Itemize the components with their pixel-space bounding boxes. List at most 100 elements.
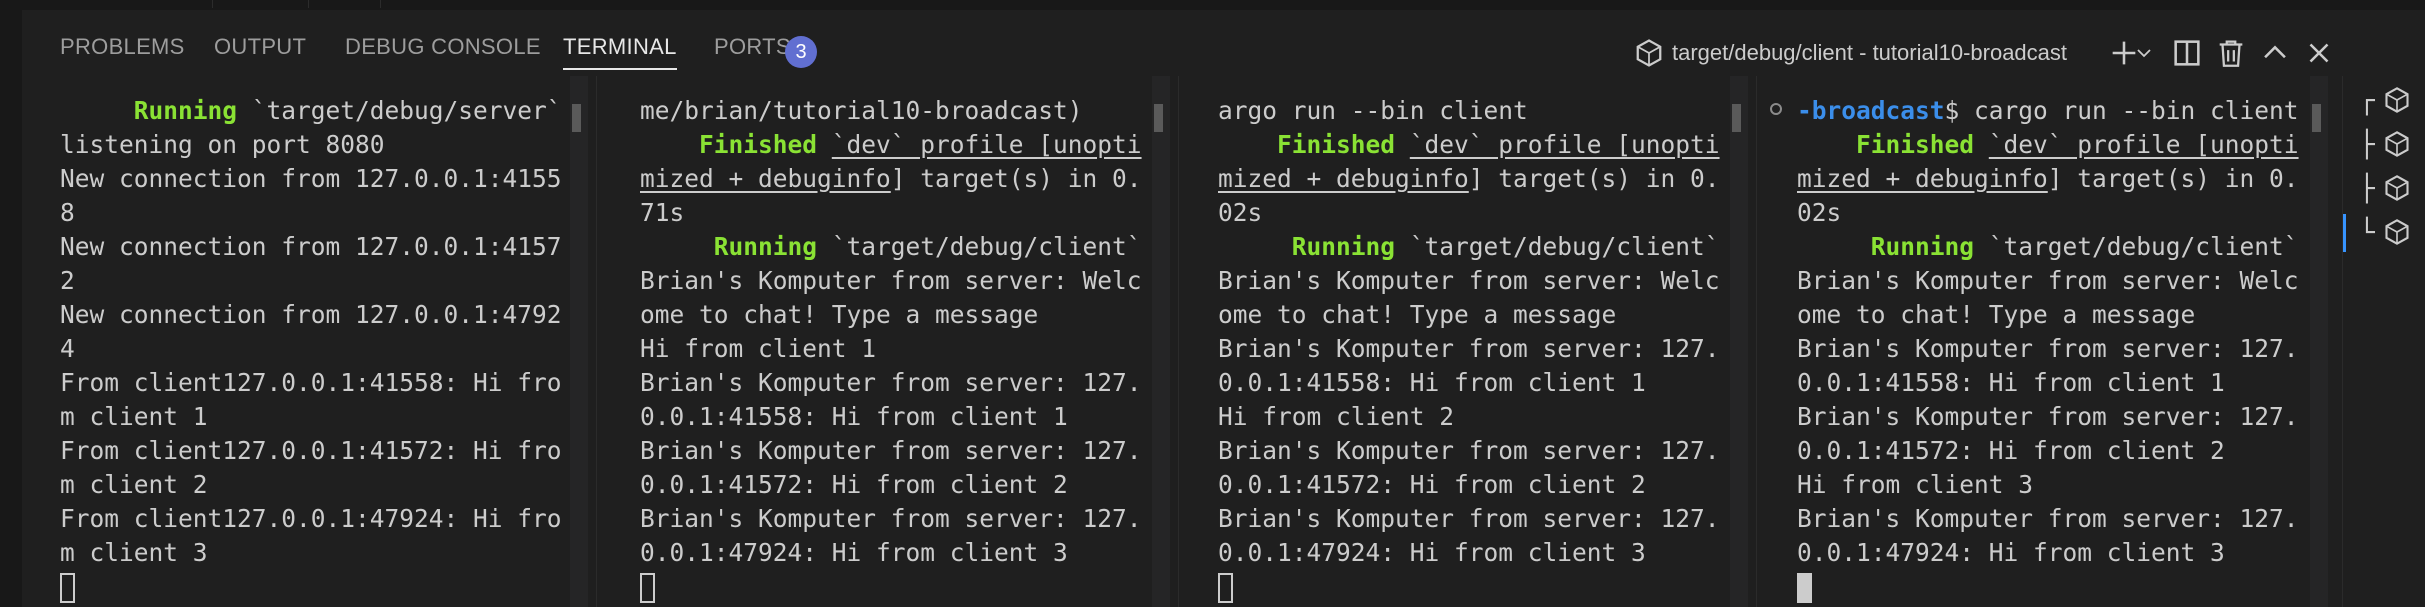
terminal-line: 0.0.1:41572: Hi from client 2: [1797, 434, 2299, 468]
prompt-line: [60, 570, 562, 604]
editor-tab[interactable]: [212, 0, 309, 8]
terminal-list-item[interactable]: ┌: [2359, 82, 2411, 120]
scrollbar-track[interactable]: [1152, 76, 1170, 607]
scrollbar-track[interactable]: [1730, 76, 1748, 607]
tab-debug-console[interactable]: DEBUG CONSOLE: [345, 30, 541, 64]
terminal-cursor[interactable]: [640, 573, 655, 603]
terminal-text: mized + debuginfo: [1218, 164, 1469, 193]
terminal-list-item[interactable]: ├: [2359, 126, 2411, 164]
terminal-text: Running: [1870, 232, 1975, 261]
terminal-line: Running `target/debug/server`: [60, 94, 562, 128]
terminal-line: Brian's Komputer from server: 127.: [1218, 502, 1720, 536]
terminal-line: ome to chat! Type a message: [1797, 298, 2299, 332]
scrollbar-thumb[interactable]: [572, 104, 581, 132]
terminal-text: ] target(s) in 0.: [1468, 164, 1720, 193]
terminal-line: New connection from 127.0.0.1:4155: [60, 162, 562, 196]
terminal-cursor[interactable]: [1218, 573, 1233, 603]
terminal-line: me/brian/tutorial10-broadcast): [640, 94, 1142, 128]
terminal-line: Running `target/debug/client`: [1797, 230, 2299, 264]
terminal-text: 0.0.1:47924: Hi from client 3: [1218, 538, 1646, 567]
terminal-line: 0.0.1:47924: Hi from client 3: [1797, 536, 2299, 570]
terminal-line: Brian's Komputer from server: 127.: [640, 502, 1142, 536]
editor-tab[interactable]: [22, 0, 213, 8]
pane-divider[interactable]: [1178, 76, 1179, 607]
editor-tab[interactable]: [308, 0, 381, 8]
terminal-text: $ cargo run --bin client: [1944, 96, 2299, 125]
terminal-text: m client 1: [60, 402, 208, 431]
terminal-text: `dev` profile [unopti: [1409, 130, 1720, 159]
terminal-text: me/brian/tutorial10-broadcast): [640, 96, 1083, 125]
scrollbar-thumb[interactable]: [1154, 104, 1163, 132]
terminal-text: 0.0.1:41572: Hi from client 2: [1218, 470, 1646, 499]
terminal-text: Brian's Komputer from server: 127.: [640, 504, 1142, 533]
terminal-text: 71s: [640, 198, 685, 227]
terminal-title[interactable]: target/debug/client - tutorial10-broadca…: [1672, 30, 2067, 76]
terminal-pane-client-2[interactable]: argo run --bin client Finished `dev` pro…: [1218, 76, 1752, 607]
tab-ports[interactable]: PORTS: [714, 30, 791, 64]
terminal-line: Brian's Komputer from server: Welc: [640, 264, 1142, 298]
terminal-line: New connection from 127.0.0.1:4792: [60, 298, 562, 332]
terminal-line: Brian's Komputer from server: 127.: [1797, 502, 2299, 536]
terminal-text: `dev` profile [unopti: [1988, 130, 2299, 159]
terminal-line: 02s: [1218, 196, 1720, 230]
terminal-text: Finished: [1856, 130, 1975, 159]
terminal-list-item[interactable]: ├: [2359, 170, 2411, 208]
terminal-list-item-active[interactable]: └: [2343, 214, 2411, 252]
terminal-text: 0.0.1:41572: Hi from client 2: [640, 470, 1068, 499]
terminal-text: 0.0.1:47924: Hi from client 3: [640, 538, 1068, 567]
terminal-line: 0.0.1:47924: Hi from client 3: [640, 536, 1142, 570]
terminal-text: Hi from client 2: [1218, 402, 1455, 431]
command-decoration-circle[interactable]: [1770, 103, 1782, 115]
terminal-text: Brian's Komputer from server: Welc: [1797, 266, 2299, 295]
terminal-line: Running `target/debug/client`: [640, 230, 1142, 264]
terminal-text: Brian's Komputer from server: Welc: [640, 266, 1142, 295]
terminal-line: Brian's Komputer from server: Welc: [1797, 264, 2299, 298]
terminal-line: 2: [60, 264, 562, 298]
terminal-line: 0.0.1:41572: Hi from client 2: [1218, 468, 1720, 502]
tab-terminal[interactable]: TERMINAL: [563, 30, 677, 70]
terminal-line: 02s: [1797, 196, 2299, 230]
terminal-text: Brian's Komputer from server: 127.: [1797, 334, 2299, 363]
scrollbar-thumb[interactable]: [2312, 104, 2321, 132]
terminal-line: 0.0.1:47924: Hi from client 3: [1218, 536, 1720, 570]
maximize-panel-button[interactable]: [2258, 36, 2292, 70]
terminal-output: argo run --bin client Finished `dev` pro…: [1218, 94, 1720, 604]
split-terminal-button[interactable]: [2170, 36, 2204, 70]
terminal-text: Brian's Komputer from server: 127.: [1218, 504, 1720, 533]
terminal-line: 4: [60, 332, 562, 366]
scrollbar-track[interactable]: [2310, 76, 2328, 607]
terminal-text: Brian's Komputer from server: 127.: [640, 368, 1142, 397]
terminal-cursor[interactable]: [1797, 573, 1812, 603]
terminal-line: Hi from client 1: [640, 332, 1142, 366]
pane-divider[interactable]: [596, 76, 597, 607]
terminal-text: 02s: [1797, 198, 1842, 227]
terminal-dropdown-button[interactable]: [2132, 36, 2156, 70]
terminal-text: `target/debug/client`: [1395, 232, 1720, 261]
scrollbar-track[interactable]: [570, 76, 588, 607]
terminal-pane-client-3[interactable]: -broadcast$ cargo run --bin client Finis…: [1797, 76, 2331, 607]
terminal-pane-server[interactable]: Running `target/debug/server` listening o…: [60, 76, 595, 607]
terminal-output: -broadcast$ cargo run --bin client Finis…: [1797, 94, 2299, 604]
terminal-line: Finished `dev` profile [unopti: [640, 128, 1142, 162]
terminal-pane-client-1[interactable]: me/brian/tutorial10-broadcast) Finished …: [640, 76, 1174, 607]
terminal-icon: [1636, 39, 1662, 67]
terminal-text: ome to chat! Type a message: [640, 300, 1039, 329]
terminal-text: Running: [133, 96, 238, 125]
panel-header: PROBLEMS OUTPUT DEBUG CONSOLE TERMINAL P…: [22, 10, 2425, 76]
scrollbar-thumb[interactable]: [1732, 104, 1741, 132]
kill-terminal-button[interactable]: [2214, 36, 2248, 70]
tab-output[interactable]: OUTPUT: [214, 30, 306, 64]
terminal-text: Hi from client 3: [1797, 470, 2034, 499]
terminal-icon: [2385, 87, 2409, 113]
terminal-text: Brian's Komputer from server: 127.: [1218, 436, 1720, 465]
pane-divider[interactable]: [1756, 76, 1757, 607]
terminal-cursor[interactable]: [60, 573, 75, 603]
tab-problems[interactable]: PROBLEMS: [60, 30, 185, 64]
close-panel-button[interactable]: [2302, 36, 2336, 70]
